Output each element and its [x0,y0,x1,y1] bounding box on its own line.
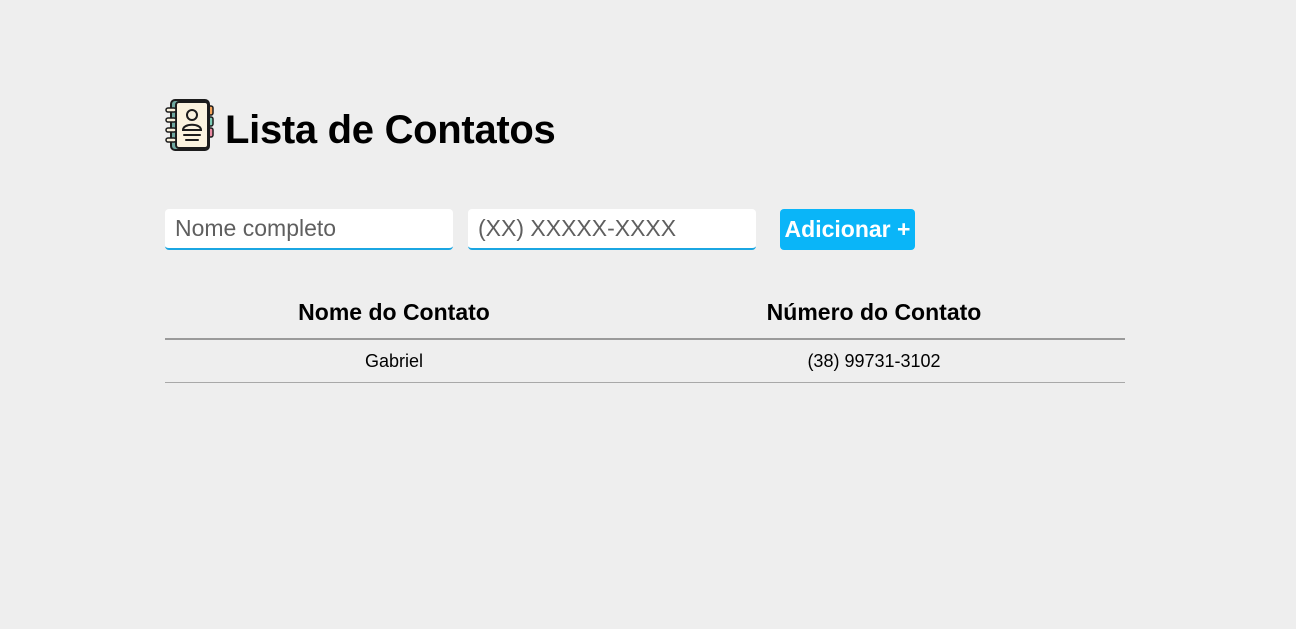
app-container: Lista de Contatos Adicionar + Nome do Co… [165,97,1125,383]
header-contact-name: Nome do Contato [165,286,623,340]
name-input[interactable] [165,209,453,250]
add-contact-form: Adicionar + [165,209,915,250]
table-header-row: Nome do Contato Número do Contato [165,286,1125,340]
header-contact-number: Número do Contato [623,286,1125,340]
add-contact-button[interactable]: Adicionar + [780,209,915,250]
contact-name-cell: Gabriel [165,339,623,383]
table-row: Gabriel (38) 99731-3102 [165,339,1125,383]
address-book-icon [165,99,214,151]
page-title: Lista de Contatos [225,107,556,152]
contacts-table: Nome do Contato Número do Contato Gabrie… [165,286,1125,383]
phone-input[interactable] [468,209,756,250]
title-row: Lista de Contatos [165,97,1125,153]
contact-number-cell: (38) 99731-3102 [623,339,1125,383]
